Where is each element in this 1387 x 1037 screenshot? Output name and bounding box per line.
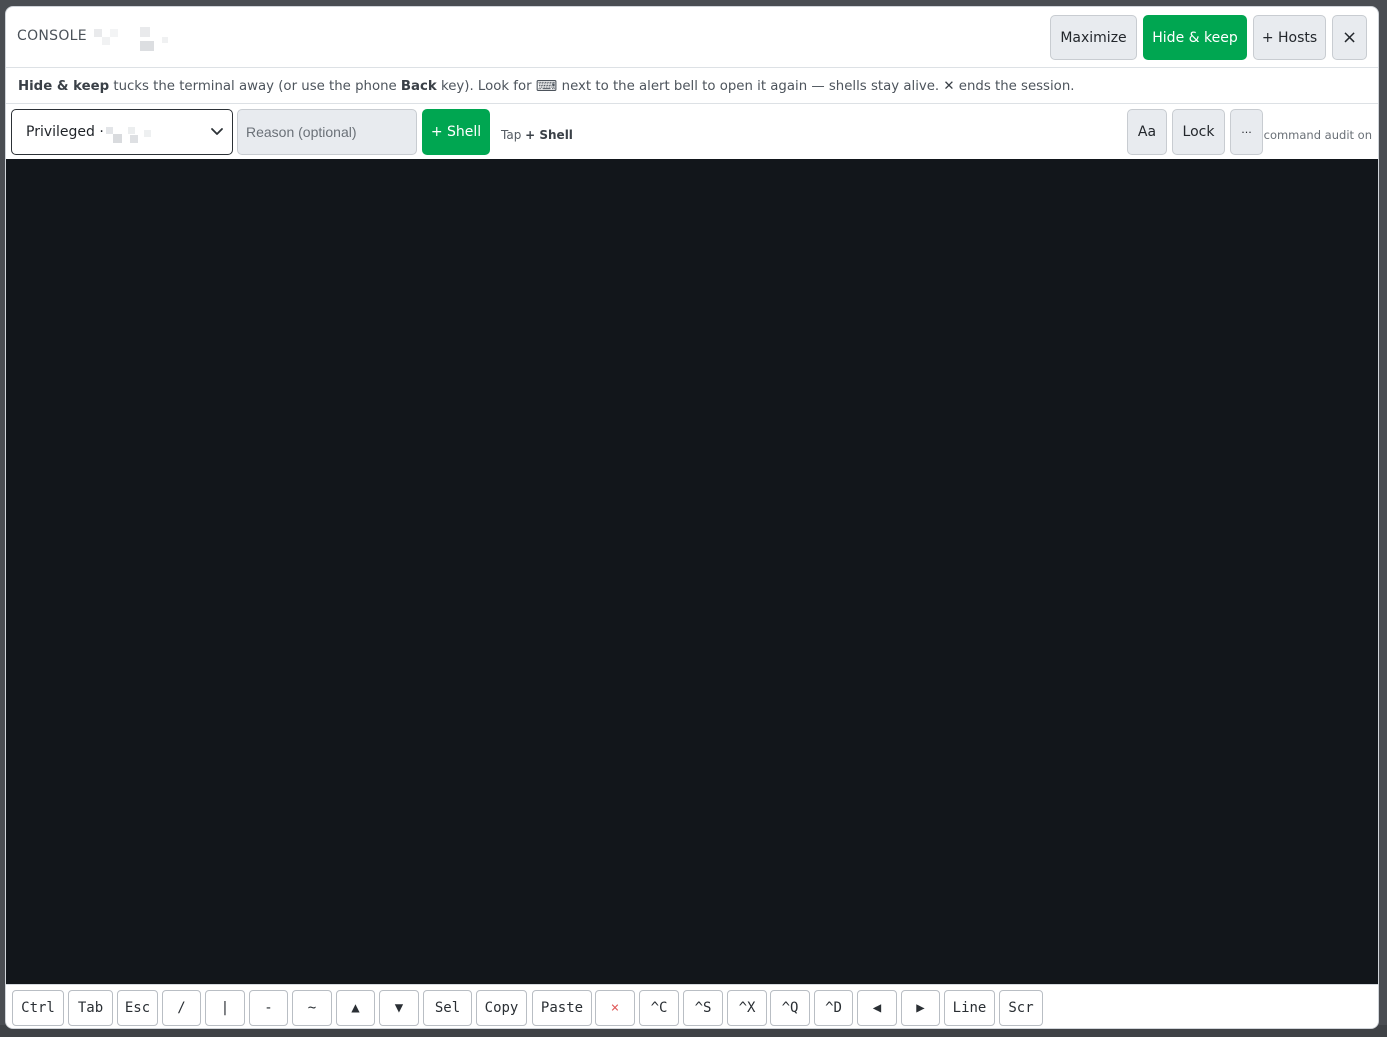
info-text-3: next to the alert bell to open it again … [557, 78, 944, 94]
keyboard-icon: ⌨ [535, 77, 558, 95]
key-arrow-down[interactable]: ▼ [379, 990, 419, 1026]
terminal-area[interactable] [6, 159, 1378, 984]
console-title: CONSOLE [17, 28, 87, 44]
redacted-host-name [90, 25, 170, 55]
info-text-4: ends the session. [954, 78, 1075, 94]
reason-input[interactable] [237, 109, 417, 155]
special-keys-bar: Ctrl Tab Esc / | - ~ ▲ ▼ Sel Copy Paste … [6, 984, 1378, 1028]
key-line[interactable]: Line [944, 990, 995, 1026]
chevron-down-icon [211, 128, 223, 135]
key-arrow-up[interactable]: ▲ [336, 990, 375, 1026]
key-dash[interactable]: - [249, 990, 288, 1026]
key-pipe[interactable]: | [205, 990, 245, 1026]
command-audit-status: command audit on [1263, 128, 1372, 142]
info-hide-keep-bold: Hide & keep [18, 78, 110, 94]
console-modal: CONSOLE Maximize Hide & keep + Hosts × H… [5, 6, 1379, 1029]
key-clear[interactable]: × [595, 990, 635, 1026]
key-copy[interactable]: Copy [476, 990, 527, 1026]
key-arrow-right[interactable]: ▶ [901, 990, 940, 1026]
key-ctrl[interactable]: Ctrl [12, 990, 64, 1026]
close-x-icon: ✕ [943, 78, 955, 94]
key-tilde[interactable]: ~ [292, 990, 332, 1026]
key-arrow-left[interactable]: ◀ [857, 990, 897, 1026]
tap-shell-hint: Tap + Shell [501, 128, 573, 142]
add-shell-button[interactable]: + Shell [422, 109, 490, 155]
key-esc[interactable]: Esc [117, 990, 158, 1026]
key-ctrl-c[interactable]: ^C [639, 990, 679, 1026]
key-ctrl-d[interactable]: ^D [814, 990, 853, 1026]
font-size-button[interactable]: Aa [1127, 109, 1167, 155]
console-header: CONSOLE Maximize Hide & keep + Hosts × [6, 7, 1378, 68]
info-text-1: tucks the terminal away (or use the phon… [109, 78, 401, 94]
shell-toolbar: Privileged · + Shell Tap + Shell Aa Lock… [6, 105, 1378, 159]
more-options-button[interactable]: ··· [1230, 109, 1263, 155]
close-icon: × [1341, 27, 1358, 48]
lock-button[interactable]: Lock [1172, 109, 1225, 155]
more-icon: ··· [1241, 125, 1252, 139]
redacted-mode-host [106, 127, 152, 143]
info-bar: Hide & keep tucks the terminal away (or … [6, 69, 1378, 104]
tap-hint-prefix: Tap [501, 128, 526, 142]
tap-hint-bold: + Shell [525, 128, 573, 142]
mode-select[interactable]: Privileged · [11, 109, 233, 155]
key-ctrl-q[interactable]: ^Q [770, 990, 810, 1026]
key-scroll[interactable]: Scr [999, 990, 1043, 1026]
key-slash[interactable]: / [162, 990, 201, 1026]
key-ctrl-x[interactable]: ^X [727, 990, 767, 1026]
maximize-button[interactable]: Maximize [1050, 15, 1137, 60]
key-tab[interactable]: Tab [68, 990, 113, 1026]
key-ctrl-s[interactable]: ^S [683, 990, 723, 1026]
add-hosts-button[interactable]: + Hosts [1253, 15, 1326, 60]
key-select[interactable]: Sel [423, 990, 472, 1026]
info-back-bold: Back [400, 78, 437, 94]
mode-select-value: Privileged · [26, 124, 104, 140]
close-button[interactable]: × [1332, 15, 1367, 60]
hide-and-keep-button[interactable]: Hide & keep [1143, 15, 1247, 60]
info-text-2: key). Look for [436, 78, 536, 94]
key-paste[interactable]: Paste [532, 990, 592, 1026]
